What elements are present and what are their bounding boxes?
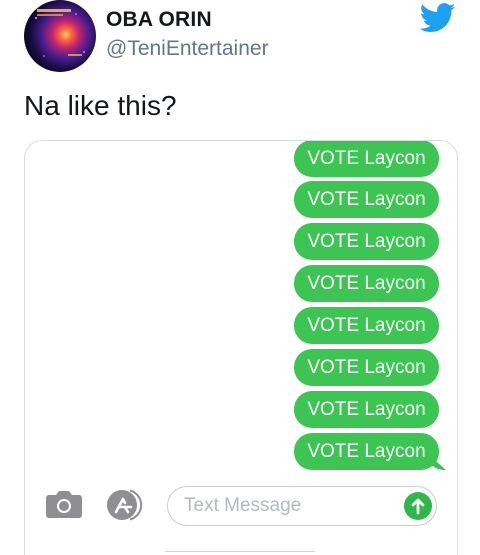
send-arrow-icon [411,498,425,515]
tweet-text: Na like this? [24,90,177,121]
tweet-card: OBA ORIN @TeniEntertainer Na like this? … [0,0,480,555]
author-handle[interactable]: @TeniEntertainer [106,37,269,61]
message-bubble: VOTE Laycon [294,223,439,260]
message-bubble: VOTE Laycon [294,181,439,218]
message-bubble: VOTE Laycon [294,141,439,177]
author-display-name[interactable]: OBA ORIN [106,8,212,32]
avatar[interactable] [24,0,96,72]
twitter-bird-icon [420,3,456,32]
message-bubble: VOTE Laycon [294,391,439,428]
tweet-media-screenshot[interactable]: VOTE Laycon VOTE Laycon VOTE Laycon VOTE… [24,140,458,555]
album-art-image [35,9,85,57]
app-store-icon[interactable] [105,488,147,522]
home-indicator [165,551,315,552]
message-bubble: VOTE Laycon [294,433,439,470]
message-input-placeholder: Text Message [184,495,302,516]
message-input[interactable]: Text Message [167,486,437,526]
message-bubble: VOTE Laycon [294,307,439,344]
send-button[interactable] [404,492,432,520]
message-bubble: VOTE Laycon [294,349,439,386]
camera-icon[interactable] [45,489,83,519]
message-bubble: VOTE Laycon [294,265,439,302]
